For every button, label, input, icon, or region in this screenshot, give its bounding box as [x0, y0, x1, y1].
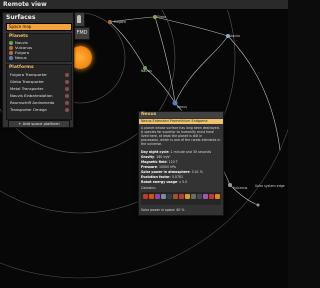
tooltip-subtitle: Nexus Extended Promethium Endgame [141, 119, 208, 123]
resource-icon [209, 194, 214, 199]
platform-status-icon [65, 86, 69, 91]
platform-status-icon [65, 93, 69, 98]
planet-icon [9, 40, 13, 45]
map-label-gleba: Gleba [157, 15, 167, 19]
planet-icon [9, 50, 13, 55]
rocket-button[interactable] [74, 12, 85, 27]
planet-icon [9, 55, 13, 60]
map-label-edge: Solar system edge [255, 184, 285, 188]
rocket-icon [77, 15, 81, 23]
prop-row: Evolution factor: 0.0781 [141, 175, 183, 179]
edge-node [256, 203, 260, 207]
resource-icon [149, 194, 154, 199]
map-label-nexus: Nexus [177, 105, 187, 109]
space-power-text: Solar power in space: 60 % [141, 208, 185, 212]
planet-tooltip: Nexus Nexus Extended Promethium Endgame … [138, 111, 224, 216]
resource-icon [203, 194, 208, 199]
resource-icon [167, 194, 172, 199]
platform-status-icon [65, 100, 69, 105]
map-label-nauvis: Nauvis [141, 69, 152, 73]
resource-icon [179, 194, 184, 199]
prop-row: Pressure: 10000 hPa [141, 165, 176, 169]
prop-row: Robot energy usage: x 5.0 [141, 180, 188, 184]
fulgora-node [108, 20, 112, 24]
platforms-header: Platforms [9, 65, 34, 70]
map-label-fulgora: Fulgora [114, 20, 126, 24]
planets-section: Planets Nauvis Vulcanus Fulgora Nexus [6, 33, 72, 62]
tooltip-header: Nexus [139, 112, 223, 118]
resource-icon [143, 194, 148, 199]
tooltip-title: Nexus [141, 112, 157, 117]
fmd-button[interactable]: FMD [74, 27, 90, 40]
prop-row: Day night cycle: 1 minute and 30 seconds [141, 150, 212, 154]
contains-label: Contains: [141, 186, 157, 190]
platform-status-icon [65, 107, 69, 112]
window-titlebar: Remote view [0, 0, 288, 10]
panel-title: Surfaces [6, 14, 36, 21]
tooltip-description: A planet whose surface has long been des… [141, 126, 221, 146]
map-label-vulcanus: Vulcanus [233, 186, 248, 190]
platform-status-icon [65, 72, 69, 77]
add-space-platform-button[interactable]: + Add space platform [8, 120, 70, 128]
resource-icon [161, 194, 166, 199]
vulcanus-node [228, 183, 232, 187]
platform-status-icon [65, 79, 69, 84]
resource-icon [155, 194, 160, 199]
tooltip-subtitle-bar: Nexus Extended Promethium Endgame [139, 119, 223, 124]
resource-icon [215, 194, 220, 199]
search-input[interactable]: Space map [6, 23, 72, 31]
prop-row: Magnetic field: 120 T [141, 160, 178, 164]
prop-row: Gravity: 180 m/s² [141, 155, 171, 159]
contains-icons [141, 192, 221, 205]
resource-icon [173, 194, 178, 199]
prop-row: Solar power in atmosphere: 0.01 % [141, 170, 203, 174]
planet-icon [9, 45, 13, 50]
window-title: Remote view [3, 1, 47, 8]
resource-icon [185, 194, 190, 199]
platforms-section: Platforms Fulgora Transporter Gleba Tran… [6, 64, 72, 120]
resource-icon [197, 194, 202, 199]
map-label-aquilo: Aquilo [230, 34, 240, 38]
surfaces-panel: Surfaces Space map Planets Nauvis Vulcan… [2, 12, 74, 128]
resource-icon [191, 194, 196, 199]
